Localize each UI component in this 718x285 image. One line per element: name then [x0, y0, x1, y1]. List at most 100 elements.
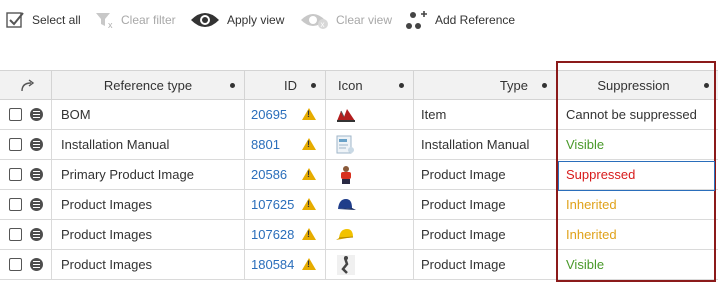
row-checkbox[interactable]: [8, 138, 22, 151]
id-link[interactable]: 180584: [251, 257, 294, 272]
row-checkbox[interactable]: [8, 168, 22, 181]
cell-id[interactable]: 8801: [245, 130, 326, 159]
table-row[interactable]: Installation Manual 8801 Installation Manu…: [0, 130, 718, 160]
id-link[interactable]: 20586: [251, 167, 287, 182]
column-header-suppression[interactable]: Suppression: [557, 71, 718, 100]
row-cell-menu: [30, 130, 52, 159]
warning-icon: [302, 228, 316, 240]
cell-suppression[interactable]: Inherited: [557, 220, 718, 249]
id-link[interactable]: 20695: [251, 107, 287, 122]
id-link[interactable]: 107625: [251, 197, 294, 212]
column-menu-icon[interactable]: [399, 83, 404, 88]
row-menu-icon[interactable]: [30, 108, 43, 121]
column-label-reference-type: Reference type: [103, 78, 193, 93]
svg-text:x: x: [321, 20, 325, 29]
cell-icon[interactable]: [326, 250, 414, 279]
cell-reference-type[interactable]: Product Images: [52, 220, 245, 249]
column-header-type[interactable]: Type: [414, 71, 557, 100]
cell-type[interactable]: Item: [414, 100, 557, 129]
cell-suppression[interactable]: Visible: [557, 130, 718, 159]
cell-suppression[interactable]: Suppressed: [557, 160, 718, 189]
add-reference-button[interactable]: Add Reference: [405, 7, 515, 33]
reference-type-text: Product Images: [61, 257, 153, 272]
cell-reference-type[interactable]: Product Images: [52, 190, 245, 219]
clear-filter-button[interactable]: x Clear filter: [95, 7, 176, 33]
type-text: Product Image: [421, 167, 506, 182]
table-row[interactable]: Product Images 107628 Product Image Inherit…: [0, 220, 718, 250]
row-checkbox[interactable]: [8, 108, 22, 121]
row-menu-icon[interactable]: [30, 228, 43, 241]
refresh-icon[interactable]: [20, 78, 36, 93]
row-menu-icon[interactable]: [30, 138, 43, 151]
row-menu-icon[interactable]: [30, 198, 43, 211]
clear-filter-icon: x: [95, 11, 115, 30]
reference-type-text: Product Images: [61, 197, 153, 212]
type-text: Installation Manual: [421, 137, 530, 152]
type-text: Item: [421, 107, 447, 122]
table-row[interactable]: BOM 20695 Item Cannot be suppressed: [0, 100, 718, 130]
column-header-icon[interactable]: Icon: [326, 71, 414, 100]
cell-reference-type[interactable]: Installation Manual: [52, 130, 245, 159]
add-reference-label: Add Reference: [435, 13, 516, 27]
cell-reference-type[interactable]: Primary Product Image: [52, 160, 245, 189]
row-menu-icon[interactable]: [30, 168, 43, 181]
suppression-status: Inherited: [566, 227, 617, 242]
manual-icon: [335, 135, 357, 155]
row-menu-icon[interactable]: [30, 258, 43, 271]
warning-icon: [302, 258, 316, 270]
column-menu-icon[interactable]: [542, 83, 547, 88]
cell-type[interactable]: Installation Manual: [414, 130, 557, 159]
column-menu-icon[interactable]: [230, 83, 235, 88]
column-header-reference-type[interactable]: Reference type: [52, 71, 245, 100]
cell-id[interactable]: 20586: [245, 160, 326, 189]
clear-view-label: Clear view: [336, 13, 393, 27]
cell-id[interactable]: 107628: [245, 220, 326, 249]
toolbar: Select all x Clear filter Apply view x C…: [0, 0, 718, 40]
column-menu-icon[interactable]: [311, 83, 316, 88]
row-cell-select: [0, 160, 30, 189]
column-header-id[interactable]: ID: [245, 71, 326, 100]
select-all-button[interactable]: Select all: [6, 7, 81, 33]
column-menu-icon[interactable]: [704, 83, 709, 88]
cell-suppression[interactable]: Visible: [557, 250, 718, 279]
cell-suppression[interactable]: Inherited: [557, 190, 718, 219]
cell-icon[interactable]: [326, 160, 414, 189]
select-all-icon: [6, 11, 26, 29]
row-checkbox[interactable]: [8, 258, 22, 271]
row-checkbox[interactable]: [8, 198, 22, 211]
cell-type[interactable]: Product Image: [414, 190, 557, 219]
cell-reference-type[interactable]: Product Images: [52, 250, 245, 279]
cell-type[interactable]: Product Image: [414, 160, 557, 189]
column-label-suppression: Suppression: [597, 78, 670, 93]
row-cell-select: [0, 100, 30, 129]
add-reference-icon: [405, 10, 429, 30]
cell-id[interactable]: 107625: [245, 190, 326, 219]
table-row[interactable]: Primary Product Image 20586 Product Image S…: [0, 160, 718, 190]
cell-icon[interactable]: [326, 220, 414, 249]
cell-reference-type[interactable]: BOM: [52, 100, 245, 129]
cell-icon[interactable]: [326, 100, 414, 129]
cell-type[interactable]: Product Image: [414, 220, 557, 249]
cell-id[interactable]: 180584: [245, 250, 326, 279]
cell-suppression[interactable]: Cannot be suppressed: [557, 100, 718, 129]
clear-view-button[interactable]: x Clear view: [300, 7, 392, 33]
reference-type-text: BOM: [61, 107, 91, 122]
cell-icon[interactable]: [326, 130, 414, 159]
id-link[interactable]: 8801: [251, 137, 280, 152]
suppression-status: Inherited: [566, 197, 617, 212]
column-label-type: Type: [499, 78, 528, 93]
suppression-status: Visible: [566, 257, 605, 272]
table-row[interactable]: Product Images 107625 Product Image Inherit…: [0, 190, 718, 220]
id-link[interactable]: 107628: [251, 227, 294, 242]
cell-icon[interactable]: [326, 190, 414, 219]
row-cell-select: [0, 250, 30, 279]
row-cell-menu: [30, 250, 52, 279]
row-checkbox[interactable]: [8, 228, 22, 241]
select-all-label: Select all: [32, 13, 81, 27]
shoes-icon: [335, 105, 357, 125]
table-row[interactable]: Product Images 180584 Product Image Visible: [0, 250, 718, 280]
cell-type[interactable]: Product Image: [414, 250, 557, 279]
apply-view-button[interactable]: Apply view: [189, 7, 284, 33]
cell-id[interactable]: 20695: [245, 100, 326, 129]
reference-type-text: Primary Product Image: [61, 167, 194, 182]
